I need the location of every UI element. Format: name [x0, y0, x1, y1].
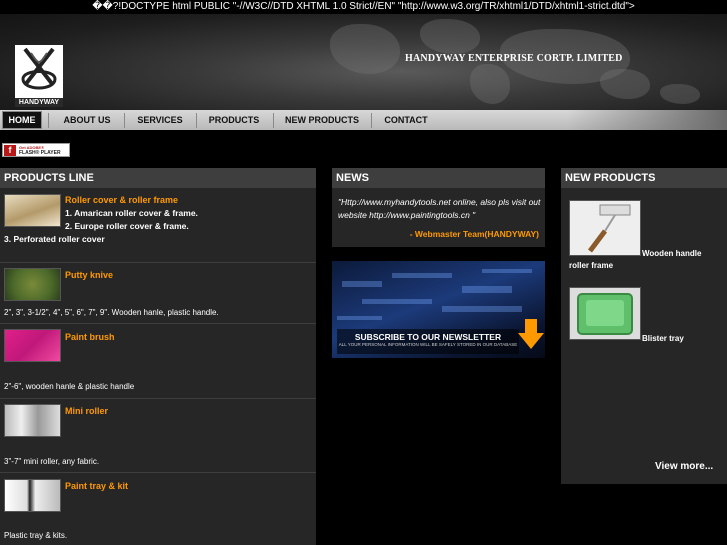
products-line-heading: PRODUCTS LINE: [0, 168, 316, 188]
doctype-text: ��?!DOCTYPE html PUBLIC "-//W3C//DTD XHT…: [92, 1, 635, 12]
product-title-paint-tray[interactable]: Paint tray & kit: [65, 481, 128, 491]
mini-roller-thumbnail[interactable]: [4, 404, 61, 437]
news-signature: - Webmaster Team(HANDYWAY): [409, 229, 539, 239]
product-line-text: 2. Europe roller cover & frame.: [65, 221, 189, 231]
nav-divider: [273, 113, 274, 128]
subscribe-subtitle: ALL YOUR PERSONAL INFORMATION WILL BE SA…: [338, 342, 518, 347]
product-title-paint-brush[interactable]: Paint brush: [65, 332, 115, 342]
handyway-logo-icon: [21, 47, 57, 90]
new-product-name[interactable]: Blister tray: [642, 334, 684, 343]
nav-contact[interactable]: CONTACT: [375, 110, 437, 130]
nav-divider: [196, 113, 197, 128]
nav-home[interactable]: HOME: [2, 111, 42, 129]
arrow-down-icon: [518, 319, 544, 349]
nav-products[interactable]: PRODUCTS: [200, 110, 268, 130]
company-name: HANDYWAY ENTERPRISE CORTP. LIMITED: [405, 53, 623, 64]
product-description: Plastic tray & kits.: [4, 531, 68, 540]
wooden-handle-roller-thumbnail[interactable]: [569, 200, 641, 256]
nav-new-products[interactable]: NEW PRODUCTS: [277, 110, 367, 130]
nav-services[interactable]: SERVICES: [128, 110, 192, 130]
view-more-link[interactable]: View more...: [655, 461, 713, 472]
new-products-heading: NEW PRODUCTS: [561, 168, 727, 188]
product-line-text: 1. Amarican roller cover & frame.: [65, 208, 198, 218]
blister-tray-thumbnail[interactable]: [569, 287, 641, 340]
product-description: 3"-7" mini roller, any fabric.: [4, 457, 100, 466]
putty-knife-thumbnail[interactable]: [4, 268, 61, 301]
product-title-mini-roller[interactable]: Mini roller: [65, 406, 108, 416]
subscribe-newsletter-button[interactable]: SUBSCRIBE TO OUR NEWSLETTER ALL YOUR PER…: [337, 329, 519, 354]
nav-divider: [48, 113, 49, 128]
flash-badge-line2: FLASH® PLAYER: [19, 150, 61, 156]
company-logo[interactable]: HANDYWAY: [15, 45, 63, 107]
newsletter-banner[interactable]: SUBSCRIBE TO OUR NEWSLETTER ALL YOUR PER…: [332, 261, 545, 358]
divider: [0, 323, 316, 324]
product-title-putty-knive[interactable]: Putty knive: [65, 270, 113, 280]
new-product-name[interactable]: Wooden handle: [642, 249, 701, 258]
new-product-name[interactable]: roller frame: [569, 261, 613, 270]
news-heading: NEWS: [332, 168, 545, 188]
roller-cover-thumbnail[interactable]: [4, 194, 61, 227]
divider: [0, 398, 316, 399]
nav-about-us[interactable]: ABOUT US: [52, 110, 122, 130]
nav-divider: [371, 113, 372, 128]
get-flash-player-badge[interactable]: f Get ADOBE® FLASH® PLAYER: [2, 143, 70, 157]
news-text: "Http://www.myhandytools.net online, als…: [338, 197, 541, 220]
divider: [0, 262, 316, 263]
product-line-text: 3. Perforated roller cover: [4, 234, 105, 244]
product-description: 2", 3", 3-1/2", 4", 5", 6", 7", 9". Wood…: [4, 308, 219, 317]
product-description: 2"-6", wooden hanle & plastic handle: [4, 382, 135, 391]
nav-divider: [124, 113, 125, 128]
paint-tray-thumbnail[interactable]: [4, 479, 61, 512]
divider: [0, 472, 316, 473]
logo-text: HANDYWAY: [15, 98, 63, 107]
paint-brush-thumbnail[interactable]: [4, 329, 61, 362]
subscribe-title: SUBSCRIBE TO OUR NEWSLETTER: [354, 332, 502, 342]
product-title-roller-cover[interactable]: Roller cover & roller frame: [65, 195, 178, 205]
flash-player-icon: f: [4, 145, 16, 156]
